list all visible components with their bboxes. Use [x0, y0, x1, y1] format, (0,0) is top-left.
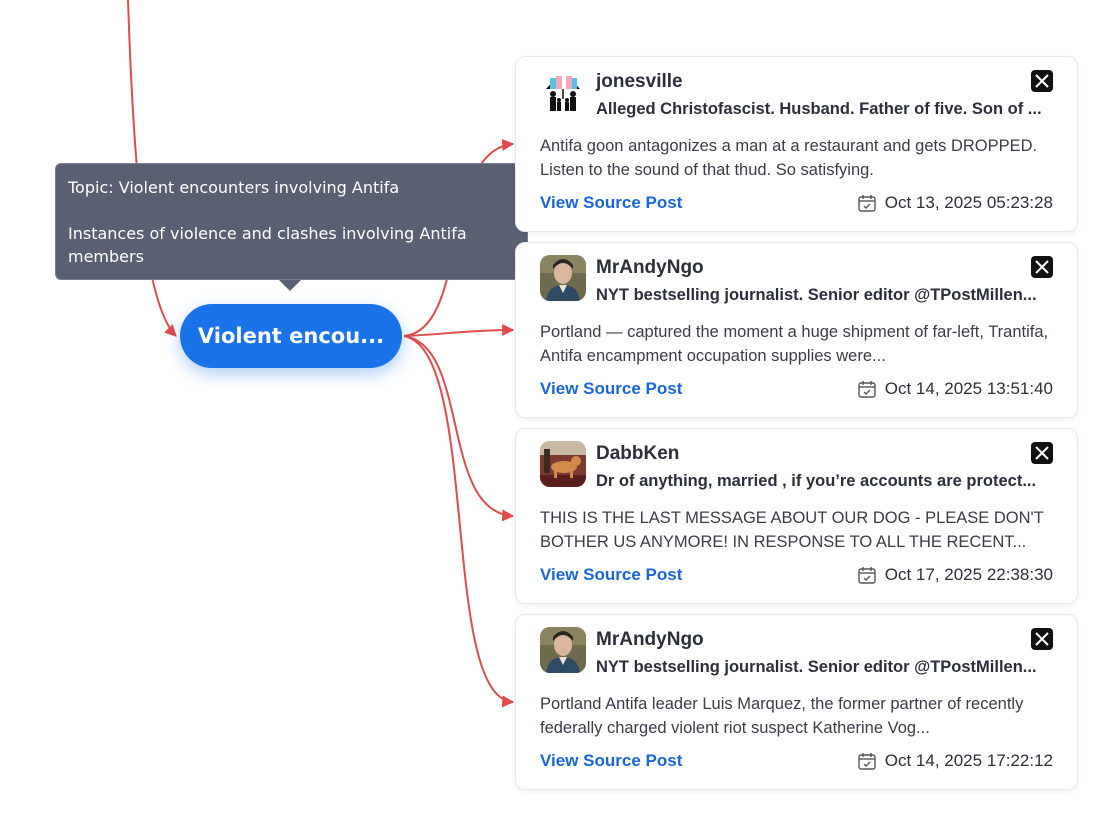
post-date-text: Oct 14, 2025 17:22:12 [884, 751, 1053, 770]
post-date: Oct 14, 2025 17:22:12 [857, 751, 1053, 771]
x-logo-icon[interactable] [1031, 70, 1053, 92]
tooltip-description-1: Instances of violence and clashes involv… [68, 224, 467, 243]
tooltip-arrow [279, 280, 301, 291]
calendar-icon [858, 381, 876, 398]
user-bio: Dr of anything, married , if you’re acco… [596, 472, 1037, 490]
user-bio: Alleged Christofascist. Husband. Father … [596, 100, 1042, 118]
topic-node[interactable]: Violent encou... [180, 304, 402, 368]
post-date: Oct 14, 2025 13:51:40 [857, 379, 1053, 399]
username: MrAndyNgo [596, 257, 704, 278]
view-source-post-link[interactable]: View Source Post [540, 379, 682, 399]
edge-post-2 [403, 324, 515, 337]
x-logo-icon[interactable] [1031, 628, 1053, 650]
calendar-icon [858, 195, 876, 212]
post-date-text: Oct 14, 2025 13:51:40 [884, 379, 1053, 398]
edge-post-3 [403, 335, 515, 522]
x-logo-icon[interactable] [1031, 256, 1053, 278]
user-bio: NYT bestselling journalist. Senior edito… [596, 286, 1037, 304]
view-source-post-link[interactable]: View Source Post [540, 751, 682, 771]
portrait-avatar-icon [540, 627, 586, 673]
user-bio: NYT bestselling journalist. Senior edito… [596, 658, 1037, 676]
view-source-post-link[interactable]: View Source Post [540, 565, 682, 585]
family-umbrella-icon [540, 69, 586, 115]
calendar-icon [858, 567, 876, 584]
mind-map-canvas: Topic: Violent encounters involving Anti… [0, 0, 1120, 827]
tooltip-topic: Topic: Violent encounters involving Anti… [68, 178, 400, 197]
post-date-text: Oct 17, 2025 22:38:30 [884, 565, 1053, 584]
post-text: Portland — captured the moment a huge sh… [540, 323, 1049, 365]
portrait-avatar-icon [540, 255, 586, 301]
post-card: DabbKen Dr of anything, married , if you… [515, 428, 1078, 604]
topic-node-label: Violent encou... [197, 324, 385, 348]
post-date: Oct 13, 2025 05:23:28 [857, 193, 1053, 213]
tooltip-description-2: members [68, 247, 144, 266]
dog-photo-avatar-icon [540, 441, 586, 487]
calendar-icon [858, 753, 876, 770]
username: DabbKen [596, 443, 680, 464]
post-card: jonesville Alleged Christofascist. Husba… [515, 56, 1078, 232]
username: jonesville [596, 71, 683, 92]
post-card: MrAndyNgo NYT bestselling journalist. Se… [515, 242, 1078, 418]
edge-post-4 [403, 335, 515, 708]
view-source-post-link[interactable]: View Source Post [540, 193, 682, 213]
topic-tooltip: Topic: Violent encounters involving Anti… [55, 163, 528, 280]
post-date: Oct 17, 2025 22:38:30 [857, 565, 1053, 585]
x-logo-icon[interactable] [1031, 442, 1053, 464]
post-date-text: Oct 13, 2025 05:23:28 [884, 193, 1053, 212]
post-card: MrAndyNgo NYT bestselling journalist. Se… [515, 614, 1078, 790]
post-text: THIS IS THE LAST MESSAGE ABOUT OUR DOG -… [540, 509, 1044, 551]
post-text: Portland Antifa leader Luis Marquez, the… [540, 695, 1024, 737]
post-text: Antifa goon antagonizes a man at a resta… [540, 137, 1038, 179]
username: MrAndyNgo [596, 629, 704, 650]
